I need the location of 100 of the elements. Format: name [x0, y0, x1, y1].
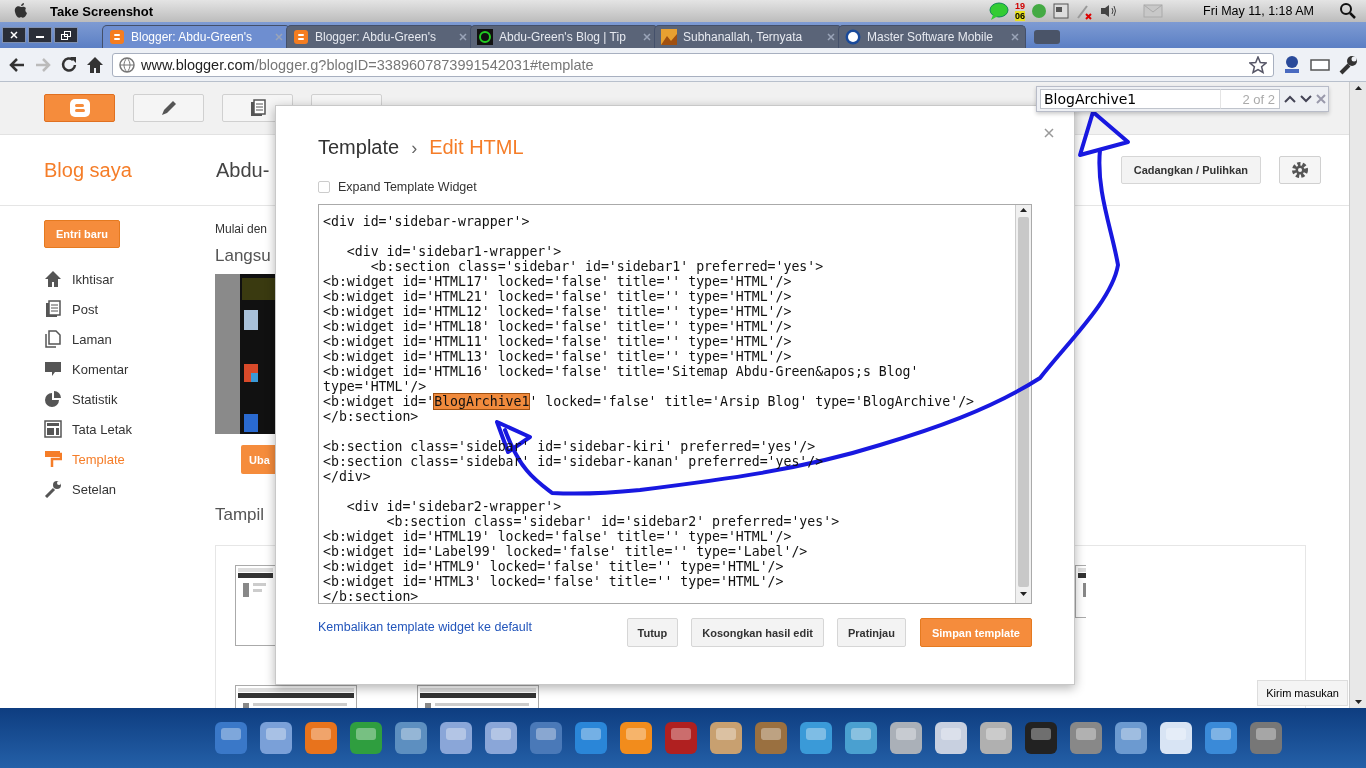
sidebar-item[interactable]: Post: [44, 294, 215, 324]
dock-icon[interactable]: [257, 719, 295, 757]
code-line: <b:widget id='HTML21' locked='false' title='' type='HTML'/>: [323, 289, 793, 304]
template-thumbnail[interactable]: [417, 685, 539, 708]
dock-icon[interactable]: [617, 719, 655, 757]
dock-icon[interactable]: [752, 719, 790, 757]
home-icon[interactable]: [86, 55, 104, 74]
dock-icon[interactable]: [887, 719, 925, 757]
code-line: ' locked='false' title='Arsip Blog' type='BlogArchive'/>: [529, 394, 975, 409]
match-count: 2 of 2: [1220, 89, 1280, 109]
sidebar-item[interactable]: Setelan: [44, 474, 215, 504]
dock-icon[interactable]: [932, 719, 970, 757]
dock-icon[interactable]: [1247, 719, 1285, 757]
star-icon[interactable]: [1249, 55, 1267, 74]
template-thumbnail[interactable]: [235, 565, 276, 646]
dock-icon[interactable]: [437, 719, 475, 757]
apple-icon[interactable]: [14, 3, 28, 19]
backup-restore-button[interactable]: Cadangkan / Pulihkan: [1120, 156, 1261, 184]
feedback-button[interactable]: Kirim masukan: [1257, 680, 1348, 706]
code-line: </b:section>: [323, 409, 420, 424]
blogger-icon: [293, 29, 309, 45]
dock-icon[interactable]: [482, 719, 520, 757]
close-icon: [10, 31, 18, 39]
reset-link[interactable]: Kembalikan template widget ke default: [318, 619, 614, 634]
blog-name: Abdu-: [216, 158, 270, 182]
code-line: <b:widget id='Label99' locked='false' title='' type='Label'/>: [323, 544, 809, 559]
code-line: <b:widget id='HTML12' locked='false' title='' type='HTML'/>: [323, 304, 793, 319]
close-icon: [1044, 128, 1054, 138]
code-line: <div id='sidebar2-wrapper'>: [345, 499, 563, 514]
chevron-up-icon: [1284, 95, 1296, 103]
breadcrumb-link[interactable]: Template: [318, 136, 400, 159]
template-thumbnail[interactable]: [235, 685, 357, 708]
dialog-button[interactable]: Pratinjau: [836, 618, 906, 647]
reload-icon[interactable]: [60, 55, 78, 74]
paint-roller-icon: [44, 450, 62, 468]
code-line: <b:widget id='HTML19' locked='false' title='' type='HTML'/>: [323, 529, 793, 544]
code-line: </b:section>: [323, 589, 420, 603]
code-line: <b:widget id='HTML9' locked='false' title='' type='HTML'/>: [323, 559, 785, 574]
scroll-up-icon[interactable]: [1019, 205, 1028, 215]
find-field[interactable]: BlogArchive1: [1040, 89, 1220, 109]
settings-button[interactable]: [1279, 156, 1321, 184]
page-menu-icon[interactable]: [1310, 57, 1330, 72]
dock-icon[interactable]: [797, 719, 835, 757]
restore-button[interactable]: [54, 27, 78, 43]
sidebar-item[interactable]: Ikhtisar: [44, 264, 215, 294]
dock-icon[interactable]: [1067, 719, 1105, 757]
close-icon: [1316, 94, 1326, 104]
dock-icon[interactable]: [977, 719, 1015, 757]
checkbox-label: Expand Template Widget: [338, 180, 477, 194]
code-line: <b:section class='sidebar' id='sidebar1' preferred='yes'>: [369, 259, 825, 274]
dock-icon[interactable]: [1157, 719, 1195, 757]
globe-icon: [119, 56, 135, 73]
dock-icon[interactable]: [392, 719, 430, 757]
dock-icon[interactable]: [212, 719, 250, 757]
blogger-home-button[interactable]: [44, 94, 115, 122]
dock-icon[interactable]: [1022, 719, 1060, 757]
dialog-button[interactable]: Tutup: [626, 618, 679, 647]
dock-icon[interactable]: [572, 719, 610, 757]
window-icon[interactable]: [1053, 3, 1070, 19]
search-highlight: BlogArchive1: [434, 394, 530, 409]
code-line: <b:widget id='HTML11' locked='false' title='' type='HTML'/>: [323, 334, 793, 349]
search-icon[interactable]: [1340, 3, 1356, 19]
dock-icon[interactable]: [347, 719, 385, 757]
address-bar[interactable]: www.blogger.com/blogger.g?blogID=3389607873991542031#template: [112, 52, 1274, 77]
template-thumbnail[interactable]: [1075, 565, 1086, 618]
dock-icon[interactable]: [527, 719, 565, 757]
tray-number: 19: [1015, 1, 1026, 11]
minimize-button[interactable]: [28, 27, 52, 43]
dock-icon[interactable]: [707, 719, 745, 757]
code-line: <b:section class='sidebar' id='sidebar2' preferred='yes'>: [385, 514, 841, 529]
dock-icon[interactable]: [302, 719, 340, 757]
close-button[interactable]: [2, 27, 26, 43]
scrollbar[interactable]: [1015, 205, 1031, 603]
dock-icon[interactable]: [1202, 719, 1240, 757]
code-line: <b:widget id='HTML16' locked='false' title='Sitemap Abdu-Green&apos;s Blog': [323, 364, 920, 379]
browser-tab[interactable]: Master Software Mobile: [838, 25, 1026, 48]
extension-icon[interactable]: [1282, 54, 1302, 75]
scrollbar[interactable]: [1349, 82, 1366, 708]
back-icon[interactable]: [8, 56, 26, 73]
code-line: <b:widget id='HTML18' locked='false' title='' type='HTML'/>: [323, 319, 793, 334]
sidebar-item[interactable]: Tata Letak: [44, 414, 215, 444]
chat-bubble-icon[interactable]: [989, 2, 1010, 20]
intro-text: Mulai den: [215, 221, 269, 238]
app-title: Take Screenshot: [50, 3, 154, 19]
sidebar-item[interactable]: Laman: [44, 324, 215, 354]
dialog-button[interactable]: Kosongkan hasil edit: [691, 618, 824, 647]
new-post-button[interactable]: [133, 94, 204, 122]
wrench-icon[interactable]: [1338, 54, 1358, 75]
clock[interactable]: Fri May 11, 1:18 AM: [1203, 4, 1314, 18]
dock-icon[interactable]: [1112, 719, 1150, 757]
code-line: <b:widget id='HTML17' locked='false' title='' type='HTML'/>: [323, 274, 793, 289]
dock-icon[interactable]: [842, 719, 880, 757]
sidebar-item[interactable]: Statistik: [44, 384, 215, 414]
sidebar-item[interactable]: Komentar: [44, 354, 215, 384]
code-line: <div id='sidebar-wrapper'>: [323, 214, 531, 229]
code-editor[interactable]: [318, 204, 1032, 604]
page-icon: [44, 330, 62, 348]
checkbox[interactable]: [318, 181, 330, 193]
home-icon: [44, 270, 62, 288]
code-line: <div id='sidebar1-wrapper'>: [345, 244, 563, 259]
